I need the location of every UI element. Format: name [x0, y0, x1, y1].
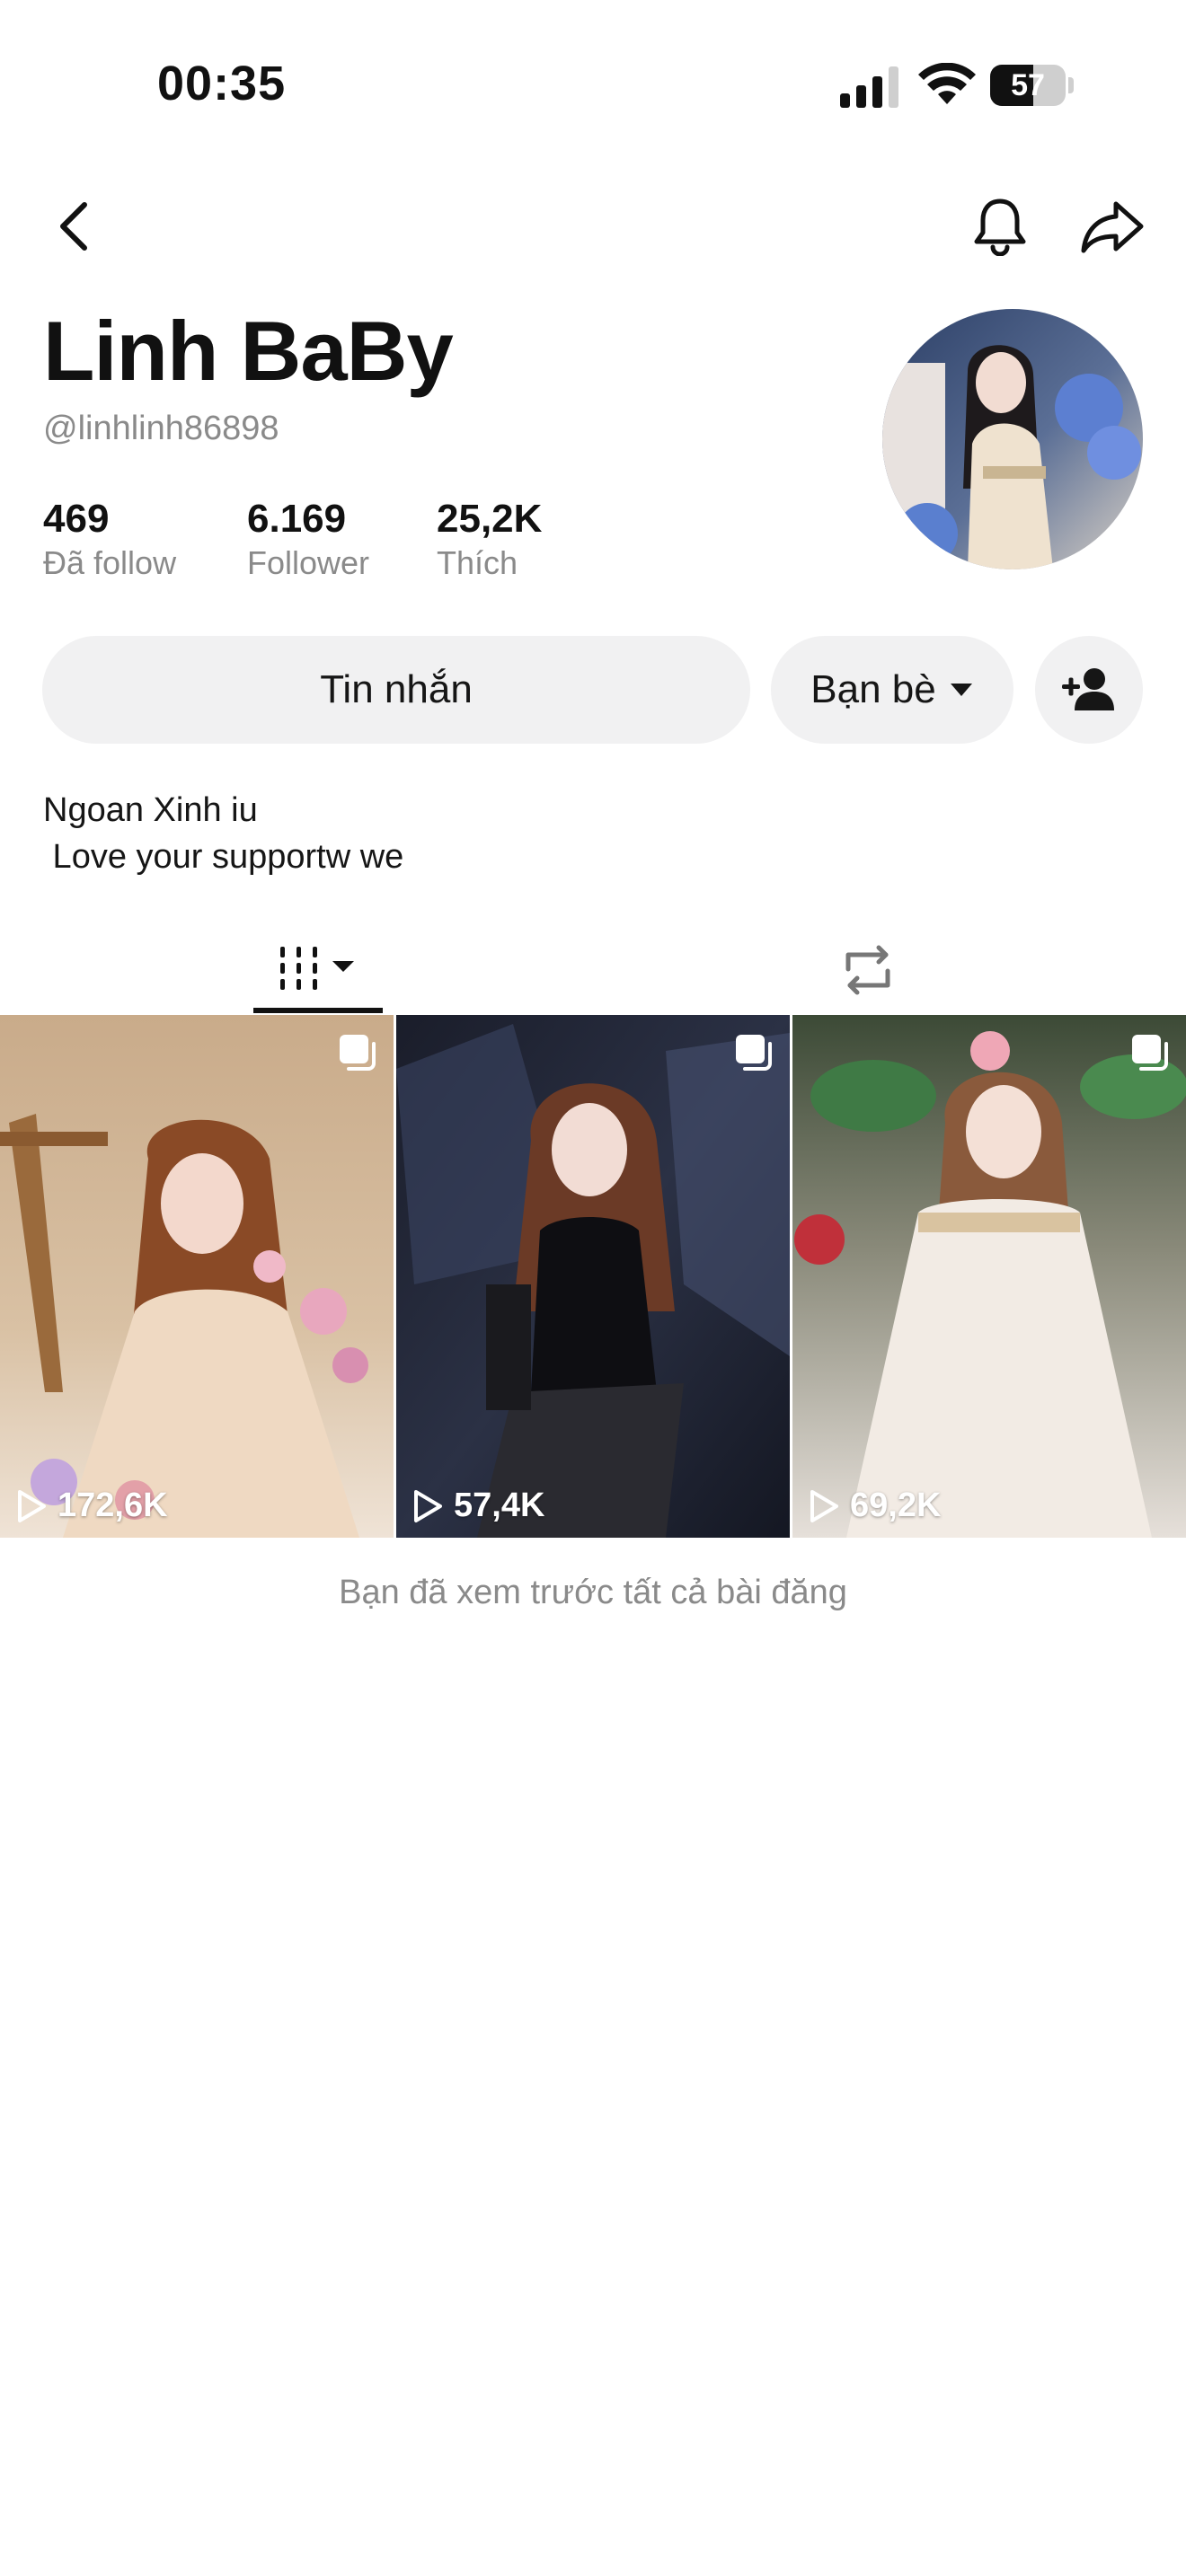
notification-button[interactable]	[969, 192, 1031, 260]
view-count: 172,6K	[16, 1486, 168, 1525]
following-count: 469	[43, 497, 110, 541]
post-thumbnail[interactable]: 172,6K	[0, 1015, 394, 1538]
multi-photo-icon	[736, 1035, 772, 1071]
view-count: 69,2K	[809, 1486, 941, 1525]
view-count-text: 69,2K	[850, 1486, 942, 1524]
status-time: 00:35	[157, 57, 287, 110]
battery-percent: 57	[1011, 68, 1045, 102]
caret-down-icon	[950, 684, 972, 696]
wifi-icon	[918, 63, 976, 104]
followers-count: 6.169	[247, 497, 347, 541]
followers-label: Follower	[247, 544, 370, 581]
grid-columns-icon	[280, 947, 354, 990]
friends-button[interactable]: Bạn bè	[771, 636, 1013, 744]
play-icon	[810, 1489, 838, 1522]
likes-label: Thích	[437, 544, 518, 581]
view-count-text: 172,6K	[58, 1486, 168, 1524]
message-button-label: Tin nhắn	[320, 667, 473, 711]
tab-reposts[interactable]	[827, 925, 909, 1015]
bio: Ngoan Xinh iu Love your supportw we	[43, 791, 404, 876]
post-thumbnail[interactable]: 69,2K	[792, 1015, 1186, 1538]
chevron-left-icon	[60, 202, 87, 251]
following-label: Đã follow	[43, 544, 177, 581]
post-image	[0, 1015, 394, 1538]
post-image	[792, 1015, 1186, 1538]
share-arrow-icon	[1081, 201, 1144, 253]
likes-stat[interactable]: 25,2K Thích	[437, 496, 542, 584]
person-plus-icon	[1062, 668, 1114, 710]
message-button[interactable]: Tin nhắn	[42, 636, 750, 744]
friends-button-label: Bạn bè	[810, 667, 936, 711]
back-button[interactable]	[45, 193, 102, 260]
tab-videos[interactable]	[253, 925, 383, 1015]
display-name: Linh BaBy	[43, 304, 454, 398]
repost-icon	[845, 945, 890, 995]
bell-icon	[974, 198, 1026, 256]
multi-photo-icon	[340, 1035, 376, 1071]
battery-indicator: 57	[990, 65, 1075, 106]
avatar[interactable]	[882, 309, 1143, 569]
multi-photo-icon	[1132, 1035, 1168, 1071]
tab-indicator	[253, 1008, 383, 1013]
view-count-text: 57,4K	[454, 1486, 545, 1524]
post-image	[396, 1015, 790, 1538]
add-friend-button[interactable]	[1035, 636, 1143, 744]
username: @linhlinh86898	[43, 410, 279, 447]
post-thumbnail[interactable]: 57,4K	[396, 1015, 790, 1538]
likes-count: 25,2K	[437, 497, 543, 541]
share-button[interactable]	[1076, 192, 1148, 260]
play-icon	[18, 1489, 46, 1522]
cellular-signal-icon	[840, 66, 898, 108]
following-stat[interactable]: 469 Đã follow	[43, 496, 176, 584]
end-of-posts-note: Bạn đã xem trước tất cả bài đăng	[339, 1574, 847, 1611]
view-count: 57,4K	[412, 1486, 544, 1525]
followers-stat[interactable]: 6.169 Follower	[247, 496, 369, 584]
play-icon	[414, 1489, 442, 1522]
